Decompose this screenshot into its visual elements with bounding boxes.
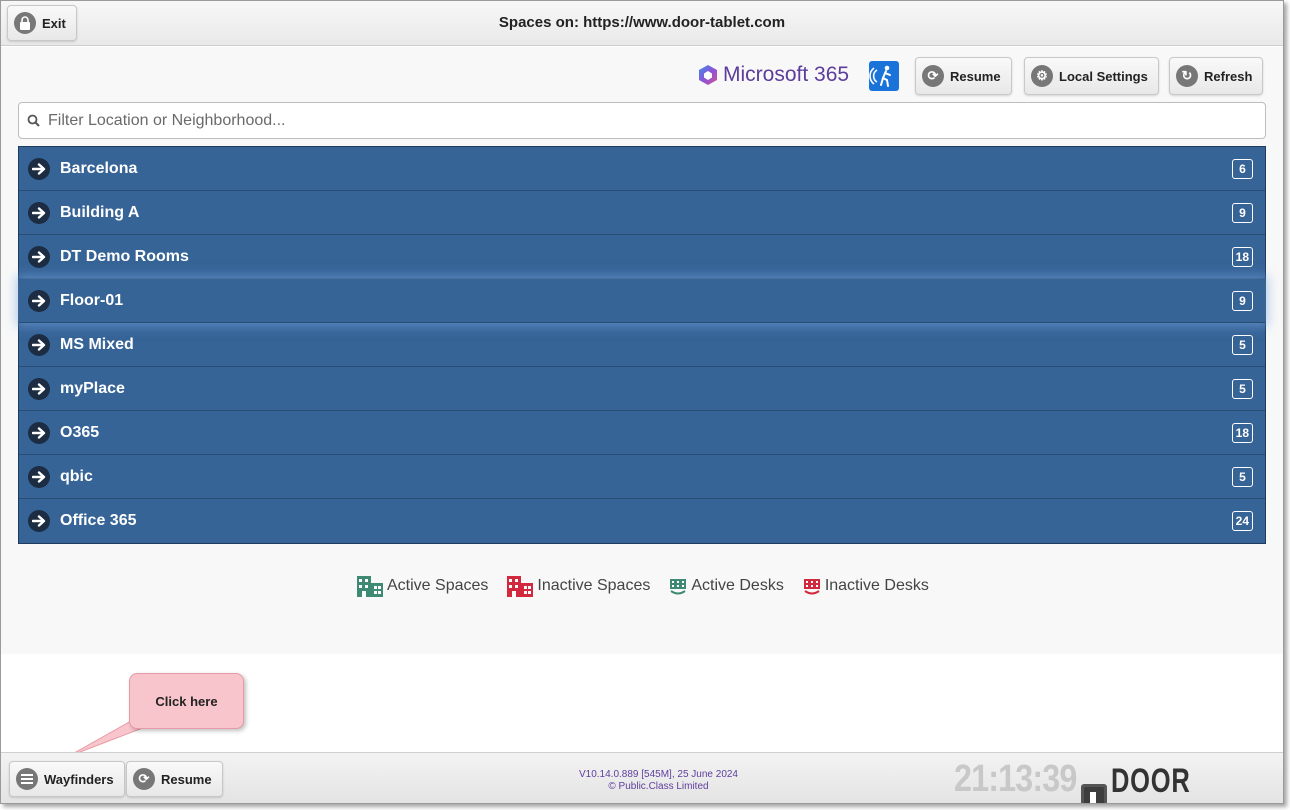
sync-icon: ⟳ xyxy=(922,65,944,87)
legend-inactive-spaces-label: Inactive Spaces xyxy=(537,577,651,594)
main-content: Microsoft 365 ⟳ Resume ⚙ Local Settings … xyxy=(1,47,1283,654)
count-badge: 5 xyxy=(1232,379,1253,399)
list-item[interactable]: MS Mixed 5 xyxy=(19,323,1265,367)
resume-button[interactable]: ⟳ Resume xyxy=(915,57,1012,95)
list-item[interactable]: Office 365 24 xyxy=(19,499,1265,543)
arrow-right-icon xyxy=(28,245,50,268)
app-window: Exit Spaces on: https://www.door-tablet.… xyxy=(0,0,1284,804)
click-here-callout: Click here xyxy=(129,673,244,729)
wayfinders-button[interactable]: Wayfinders xyxy=(9,761,125,797)
top-bar: Exit Spaces on: https://www.door-tablet.… xyxy=(1,1,1283,46)
arrow-right-icon xyxy=(28,289,50,312)
active-desk-icon xyxy=(670,579,687,595)
search-box xyxy=(18,102,1266,139)
clock: 21:13:39 xyxy=(954,758,1077,800)
wayfinders-label: Wayfinders xyxy=(44,771,114,787)
count-badge: 9 xyxy=(1232,291,1253,311)
legend-active-spaces: Active Spaces xyxy=(356,574,488,598)
footer-resume-label: Resume xyxy=(161,771,212,787)
arrow-right-icon xyxy=(28,377,50,400)
list-item-label: myPlace xyxy=(60,379,125,397)
legend-inactive-spaces: Inactive Spaces xyxy=(506,574,650,598)
list-item-label: Floor-01 xyxy=(60,291,124,309)
inactive-desk-icon xyxy=(803,579,820,595)
door-tablet-logo: DOOR TABLET xyxy=(1081,762,1283,803)
resume-label: Resume xyxy=(950,68,1001,84)
list-item[interactable]: O365 18 xyxy=(19,411,1265,455)
bottom-bar: Wayfinders ⟳ Resume V10.14.0.889 [545M],… xyxy=(1,752,1283,803)
accessibility-icon xyxy=(869,65,891,87)
list-item[interactable]: Barcelona 6 xyxy=(19,147,1265,191)
search-icon xyxy=(27,114,40,127)
microsoft-365-brand: Microsoft 365 xyxy=(697,63,849,87)
sync-icon: ⟳ xyxy=(133,768,155,790)
list-item[interactable]: myPlace 5 xyxy=(19,367,1265,411)
page-title: Spaces on: https://www.door-tablet.com xyxy=(498,14,786,31)
local-settings-button[interactable]: ⚙ Local Settings xyxy=(1024,57,1159,95)
search-input[interactable] xyxy=(48,111,1228,130)
count-badge: 18 xyxy=(1231,423,1253,443)
list-item-label: O365 xyxy=(60,423,100,441)
count-badge: 18 xyxy=(1231,247,1253,267)
refresh-label: Refresh xyxy=(1204,68,1253,84)
legend-active-desks: Active Desks xyxy=(668,576,784,596)
door-tablet-logo-icon xyxy=(1081,784,1107,803)
microsoft-365-label: Microsoft 365 xyxy=(723,63,850,86)
version-info: V10.14.0.889 [545M], 25 June 2024 © Publ… xyxy=(521,769,796,793)
legend-inactive-desks: Inactive Desks xyxy=(802,576,929,596)
count-badge: 5 xyxy=(1232,335,1253,355)
arrow-right-icon xyxy=(28,157,50,180)
arrow-right-icon xyxy=(28,201,50,224)
count-badge: 6 xyxy=(1232,159,1253,179)
door-tablet-wordmark: DOOR TABLET xyxy=(1111,762,1213,803)
count-badge: 9 xyxy=(1232,203,1253,223)
list-item[interactable]: Floor-01 9 xyxy=(19,279,1265,323)
count-badge: 24 xyxy=(1231,511,1253,531)
legend-active-desks-label: Active Desks xyxy=(691,577,784,594)
gear-icon: ⚙ xyxy=(1031,65,1053,87)
legend: Active Spaces Inactive Spaces Active Des… xyxy=(356,574,947,598)
copyright-text: © Public.Class Limited xyxy=(608,781,709,792)
footer-resume-button[interactable]: ⟳ Resume xyxy=(126,761,223,797)
hamburger-menu-icon xyxy=(16,768,38,790)
list-item-label: Barcelona xyxy=(60,159,138,177)
count-badge: 5 xyxy=(1232,467,1253,487)
arrow-right-icon xyxy=(28,510,50,532)
local-settings-label: Local Settings xyxy=(1059,68,1148,84)
list-item[interactable]: DT Demo Rooms 18 xyxy=(19,235,1265,279)
refresh-button[interactable]: ↻ Refresh xyxy=(1169,57,1264,95)
inactive-building-icon xyxy=(507,576,534,597)
list-item-label: DT Demo Rooms xyxy=(60,247,189,265)
list-item-label: qbic xyxy=(60,467,93,485)
arrow-right-icon xyxy=(28,333,50,356)
arrow-right-icon xyxy=(28,421,50,444)
list-item-label: Office 365 xyxy=(60,512,137,529)
list-item[interactable]: Building A 9 xyxy=(19,191,1265,235)
location-list: Barcelona 6 Building A 9 DT Demo Rooms 1… xyxy=(18,146,1266,544)
list-item[interactable]: qbic 5 xyxy=(19,455,1265,499)
arrow-right-icon xyxy=(28,465,50,488)
refresh-icon: ↻ xyxy=(1176,65,1198,87)
list-item-label: MS Mixed xyxy=(60,335,134,353)
accessibility-button[interactable] xyxy=(869,61,899,91)
version-text: V10.14.0.889 [545M], 25 June 2024 xyxy=(578,769,738,780)
list-item-label: Building A xyxy=(60,203,140,221)
microsoft-365-logo-icon xyxy=(699,65,717,85)
active-building-icon xyxy=(357,576,383,597)
legend-inactive-desks-label: Inactive Desks xyxy=(824,577,929,594)
legend-active-spaces-label: Active Spaces xyxy=(387,577,489,594)
